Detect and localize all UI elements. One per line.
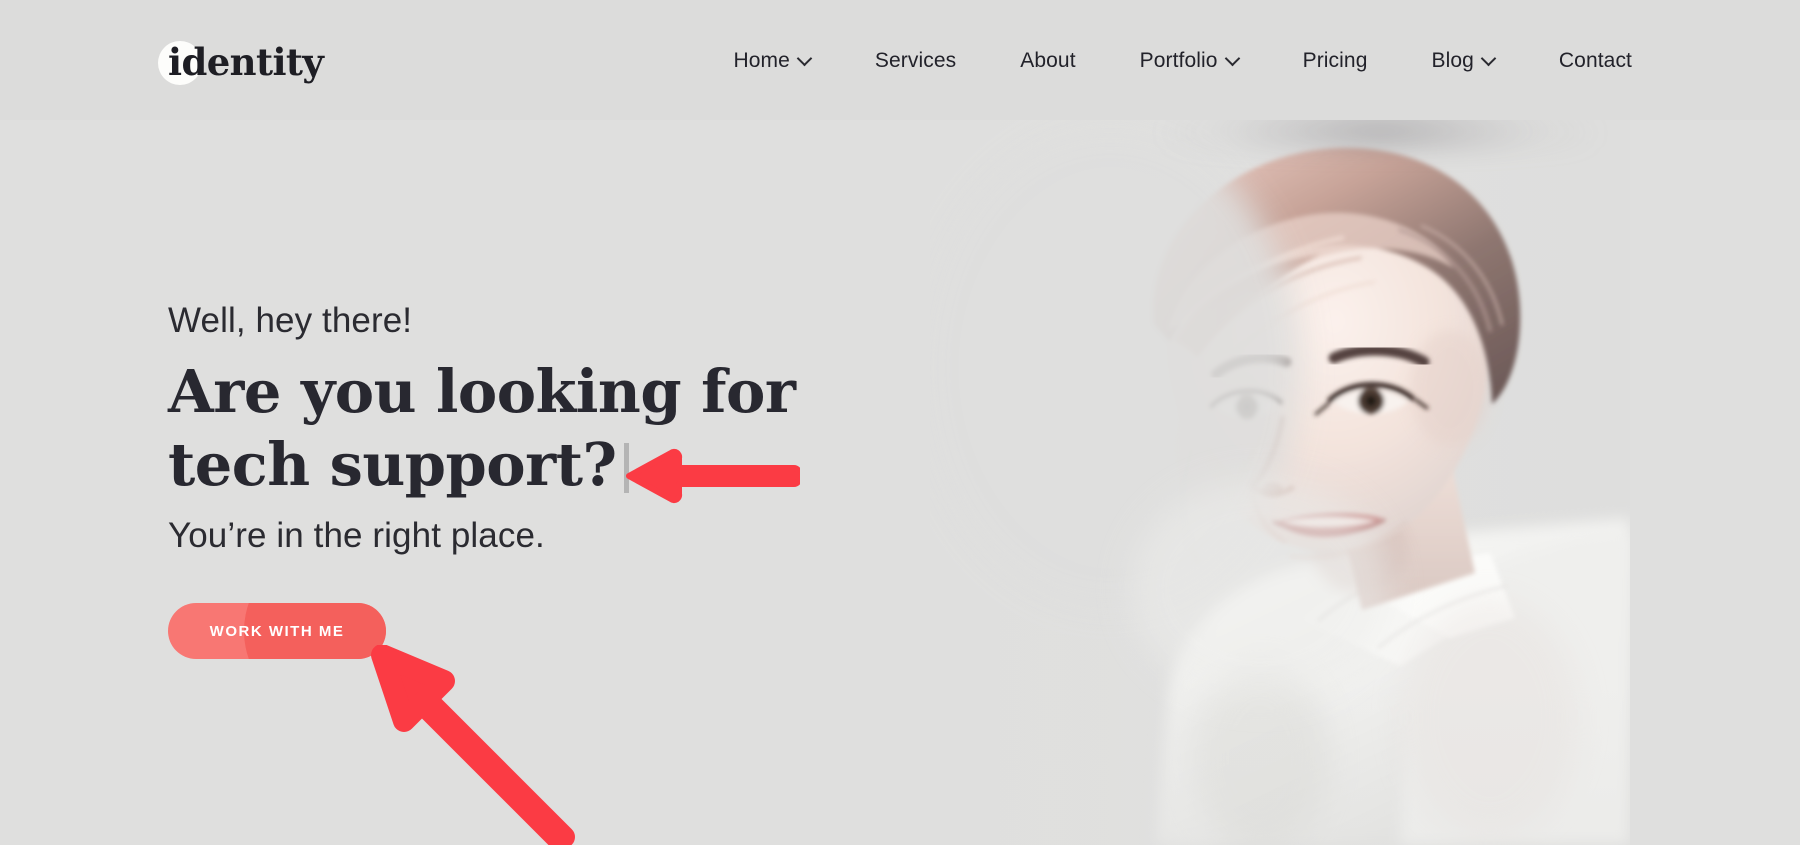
nav-item-services[interactable]: Services (843, 50, 988, 71)
logo-text: identity (168, 39, 324, 84)
nav-label-pricing: Pricing (1302, 48, 1368, 72)
hero-headline-text: Are you looking for tech support? (168, 357, 796, 499)
nav-label-blog: Blog (1431, 48, 1474, 72)
main-navigation: Home Services About Portfolio Pricing Bl… (702, 0, 1633, 120)
chevron-down-icon[interactable] (1483, 52, 1495, 64)
work-with-me-label: Work with me (209, 622, 345, 640)
site-header: identity Home Services About Portfolio P… (0, 0, 1800, 120)
nav-label-contact: Contact (1558, 48, 1632, 72)
hero-page: identity Home Services About Portfolio P… (0, 0, 1800, 845)
work-with-me-button[interactable]: Work with me (168, 603, 386, 659)
nav-label-about: About (1020, 48, 1076, 72)
nav-item-contact[interactable]: Contact (1527, 50, 1632, 71)
hero-copy-block: Well, hey there! Are you looking for tec… (168, 300, 988, 557)
typing-caret (623, 442, 629, 493)
chevron-down-icon[interactable] (1227, 52, 1239, 64)
nav-item-about[interactable]: About (988, 50, 1107, 71)
nav-label-home: Home (733, 48, 790, 72)
nav-item-blog[interactable]: Blog (1399, 50, 1526, 71)
hero-eyebrow: Well, hey there! (168, 301, 413, 340)
nav-item-portfolio[interactable]: Portfolio (1108, 50, 1271, 71)
chevron-down-icon[interactable] (799, 52, 811, 64)
hero-headline: Are you looking for tech support? (168, 356, 796, 501)
nav-label-portfolio: Portfolio (1139, 48, 1218, 72)
nav-item-home[interactable]: Home (702, 50, 843, 71)
nav-label-services: Services (874, 48, 957, 72)
nav-item-pricing[interactable]: Pricing (1271, 50, 1400, 71)
hero-subheadline: You’re in the right place. (168, 516, 545, 556)
site-logo[interactable]: identity (158, 37, 324, 87)
